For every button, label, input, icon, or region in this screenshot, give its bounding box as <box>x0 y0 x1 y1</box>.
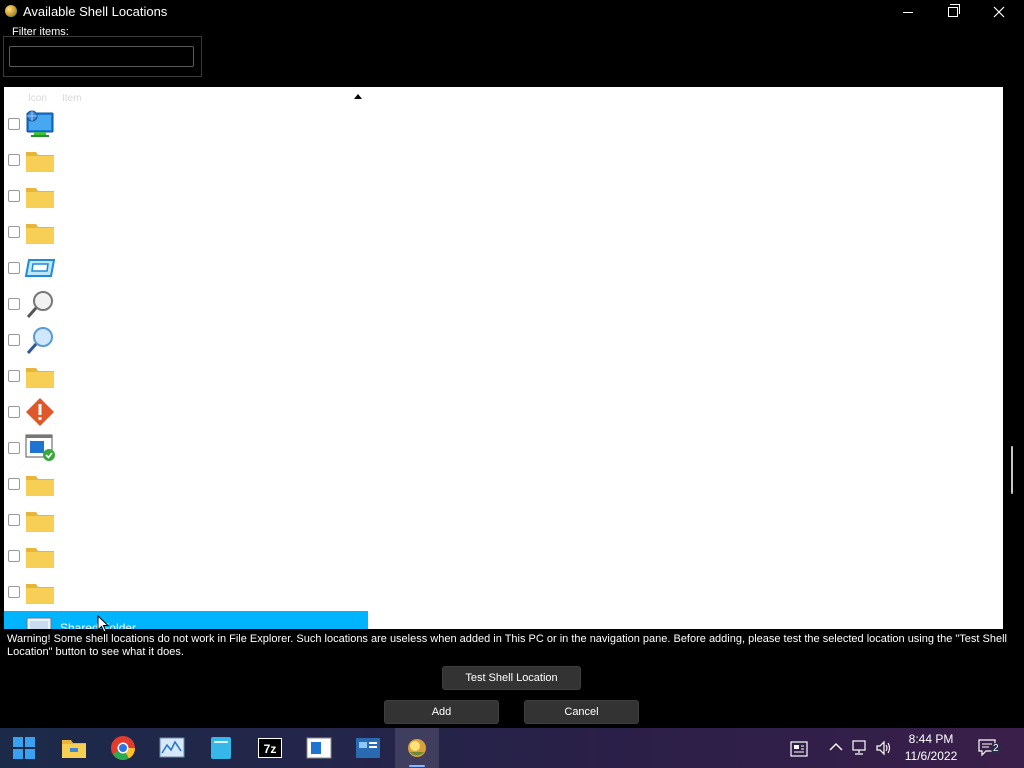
list-item[interactable] <box>4 538 368 574</box>
list-item[interactable] <box>4 178 368 214</box>
winaero-tweaker-taskbar-button[interactable] <box>395 728 439 768</box>
add-button[interactable]: Add <box>384 700 499 724</box>
column-header-icon[interactable]: Icon <box>28 93 47 104</box>
volume-icon[interactable] <box>875 739 893 757</box>
folder-icon <box>26 548 54 568</box>
notification-count-badge: 2 <box>991 743 1001 754</box>
row-checkbox[interactable] <box>8 514 20 526</box>
network-globe-icon <box>26 110 54 137</box>
list-item[interactable] <box>4 574 368 610</box>
notepad-icon[interactable] <box>208 735 234 761</box>
list-item[interactable] <box>4 250 368 286</box>
row-checkbox[interactable] <box>8 154 20 166</box>
close-icon <box>993 6 1005 18</box>
window-title: Available Shell Locations <box>23 4 168 19</box>
row-checkbox[interactable] <box>8 478 20 490</box>
row-checkbox[interactable] <box>8 370 20 382</box>
folder-icon <box>26 152 54 172</box>
list-item[interactable] <box>4 106 368 142</box>
list-item[interactable] <box>4 466 368 502</box>
clock-time: 8:44 PM <box>908 732 954 746</box>
monitor-frame-icon <box>24 259 56 277</box>
svg-text:7z: 7z <box>264 742 277 756</box>
mouse-cursor-icon <box>97 615 109 633</box>
close-button[interactable] <box>976 0 1022 24</box>
scrollbar-thumb[interactable] <box>1011 446 1013 494</box>
row-checkbox[interactable] <box>8 550 20 562</box>
column-header-item[interactable]: Item <box>62 93 81 104</box>
filter-input[interactable] <box>9 46 194 67</box>
folder-icon <box>26 224 54 244</box>
cancel-button[interactable]: Cancel <box>524 700 639 724</box>
shell-location-list[interactable]: Icon Item Shared Folder <box>4 87 1003 629</box>
app-window-icon[interactable] <box>306 735 332 761</box>
file-explorer-icon[interactable] <box>61 735 87 761</box>
row-checkbox[interactable] <box>8 334 20 346</box>
title-bar: Available Shell Locations <box>0 0 1024 24</box>
chrome-icon[interactable] <box>110 735 136 761</box>
maximize-button[interactable] <box>930 0 976 24</box>
list-header: Icon Item <box>4 87 1003 105</box>
notification-center-button[interactable]: 2 <box>978 739 1001 757</box>
row-checkbox[interactable] <box>8 442 20 454</box>
list-item[interactable] <box>4 358 368 394</box>
restore-icon <box>948 4 960 17</box>
folder-icon <box>26 512 54 532</box>
control-panel-icon[interactable] <box>355 735 381 761</box>
shared-folder-icon <box>26 617 52 629</box>
row-checkbox[interactable] <box>8 406 20 418</box>
list-item[interactable] <box>4 394 368 430</box>
app-icon <box>5 5 17 17</box>
row-checkbox[interactable] <box>8 586 20 598</box>
active-indicator <box>409 765 425 767</box>
winaero-tweaker-icon <box>408 739 426 757</box>
warning-diamond-icon <box>26 398 54 426</box>
warning-text: Warning! Some shell locations do not wor… <box>7 633 1007 658</box>
row-checkbox[interactable] <box>8 190 20 202</box>
list-item[interactable] <box>4 322 368 358</box>
minimize-icon <box>903 11 913 13</box>
start-icon[interactable] <box>11 735 37 761</box>
folder-icon <box>26 584 54 604</box>
row-checkbox[interactable] <box>8 262 20 274</box>
window-check-icon <box>25 434 55 461</box>
clock-date: 11/6/2022 <box>904 749 958 763</box>
system-clock[interactable]: 8:44 PM 11/6/2022 <box>894 731 968 765</box>
row-checkbox[interactable] <box>8 298 20 310</box>
taskbar: 7z 8:44 PM 11/6/2022 2 <box>0 728 1024 768</box>
folder-icon <box>26 188 54 208</box>
network-icon[interactable] <box>851 739 869 757</box>
sort-ascending-icon[interactable] <box>354 94 362 99</box>
list-item-selected[interactable]: Shared Folder <box>4 611 368 629</box>
filter-group <box>3 36 202 77</box>
magnifier-icon <box>26 291 53 318</box>
minimize-button[interactable] <box>885 0 931 24</box>
row-checkbox[interactable] <box>8 118 20 130</box>
magnifier-blue-icon <box>26 327 53 354</box>
chevron-up-icon[interactable] <box>829 742 843 752</box>
folder-icon <box>26 476 54 496</box>
news-widget-icon[interactable] <box>790 741 808 757</box>
resource-monitor-icon[interactable] <box>159 735 185 761</box>
list-item[interactable] <box>4 214 368 250</box>
row-checkbox[interactable] <box>8 226 20 238</box>
list-item[interactable] <box>4 142 368 178</box>
folder-icon <box>26 368 54 388</box>
7zip-icon[interactable]: 7z <box>257 735 283 761</box>
test-shell-location-button[interactable]: Test Shell Location <box>442 666 581 690</box>
list-item[interactable] <box>4 286 368 322</box>
list-item[interactable] <box>4 502 368 538</box>
list-item[interactable] <box>4 430 368 466</box>
